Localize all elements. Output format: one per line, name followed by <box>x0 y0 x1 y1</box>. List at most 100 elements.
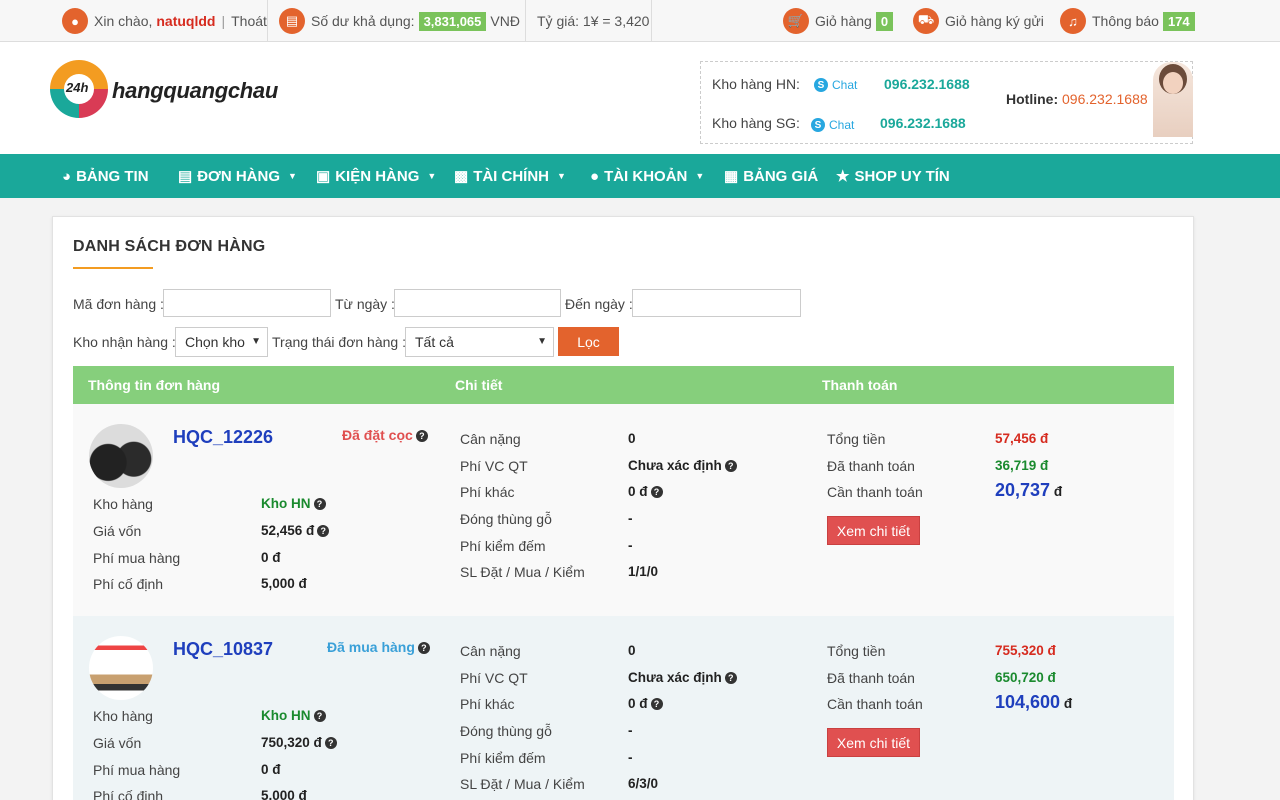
purchase-fee-label: Phí mua hàng <box>93 762 181 778</box>
help-icon[interactable]: ? <box>324 737 337 749</box>
product-thumbnail[interactable] <box>89 636 153 700</box>
view-detail-button[interactable]: Xem chi tiết <box>827 728 920 757</box>
nav-item-pricing[interactable]: ▦ BẢNG GIÁ <box>724 154 818 198</box>
file-icon: ▤ <box>178 168 193 185</box>
nav-label: KIỆN HÀNG <box>335 167 420 185</box>
product-thumbnail[interactable] <box>89 424 153 488</box>
divider: | <box>221 13 226 29</box>
caret-down-icon: ▼ <box>287 171 297 181</box>
nav-item-packages[interactable]: ▣ KIỆN HÀNG ▼ <box>316 154 436 198</box>
other-fee-label: Phí khác <box>460 484 515 500</box>
skype-icon: S <box>814 78 828 92</box>
help-icon[interactable]: ? <box>317 525 330 537</box>
to-date-input[interactable] <box>632 289 801 317</box>
chat-sg-link[interactable]: S Chat <box>811 118 854 132</box>
help-icon[interactable]: ? <box>417 642 430 654</box>
weight-label: Cân nặng <box>460 643 521 659</box>
from-date-label: Từ ngày : <box>335 296 395 312</box>
purchase-fee-label: Phí mua hàng <box>93 550 181 566</box>
notification-link[interactable]: ♫ Thông báo 174 <box>1060 0 1199 42</box>
intl-shipping-label: Phí VC QT <box>460 670 528 686</box>
intl-shipping-value-text: Chưa xác định <box>628 670 722 685</box>
intl-shipping-value: Chưa xác định? <box>628 458 737 473</box>
chat-hn-link[interactable]: S Chat <box>814 78 857 92</box>
help-icon[interactable]: ? <box>650 486 663 498</box>
help-icon[interactable]: ? <box>415 430 428 442</box>
consign-cart-label: Giỏ hàng ký gửi <box>945 13 1044 29</box>
to-date-label: Đến ngày : <box>565 296 633 312</box>
nav-item-finance[interactable]: ▩ TÀI CHÍNH ▼ <box>454 154 566 198</box>
due-label: Cần thanh toán <box>827 696 923 712</box>
balance: ▤ Số dư khả dụng: 3,831,065 VNĐ <box>279 0 520 42</box>
divider <box>651 0 652 42</box>
cost-value: 52,456 đ? <box>261 523 330 538</box>
status-select[interactable]: Tất cả ▼ <box>405 327 554 357</box>
cart-icon: 🛒 <box>783 8 809 34</box>
other-fee-value: 0 đ? <box>628 696 663 711</box>
other-fee-value-text: 0 đ <box>628 484 648 499</box>
warehouse-hn-label: Kho hàng HN: <box>712 76 800 92</box>
nav-item-account[interactable]: ● TÀI KHOẢN ▼ <box>590 154 704 198</box>
table-header: Thông tin đơn hàng Chi tiết Thanh toán <box>73 366 1174 404</box>
status-filter-label: Trạng thái đơn hàng : <box>272 334 406 350</box>
help-icon[interactable]: ? <box>313 498 326 510</box>
nav-label: SHOP UY TÍN <box>854 167 950 185</box>
warehouse-sg-label: Kho hàng SG: <box>712 115 800 131</box>
order-status: Đã mua hàng? <box>327 639 430 655</box>
money-icon: ▩ <box>454 168 469 185</box>
fixed-fee-value: 5,000 đ <box>261 788 307 800</box>
caret-down-icon: ▼ <box>557 171 566 181</box>
warehouse-value: Kho HN? <box>261 496 326 511</box>
site-logo[interactable]: 24h hangquangchau <box>50 60 290 122</box>
intl-shipping-label: Phí VC QT <box>460 458 528 474</box>
star-icon: ★ <box>836 168 850 185</box>
page-title: DANH SÁCH ĐƠN HÀNG <box>73 238 266 255</box>
help-icon[interactable]: ? <box>650 698 663 710</box>
chat-label: Chat <box>829 118 855 132</box>
help-icon[interactable]: ? <box>313 710 326 722</box>
help-icon[interactable]: ? <box>724 460 737 472</box>
logo-text: hangquangchau <box>112 78 278 103</box>
fixed-fee-value: 5,000 đ <box>261 576 307 591</box>
cost-value: 750,320 đ? <box>261 735 337 750</box>
purchase-fee-value: 0 đ <box>261 550 281 565</box>
column-header-detail: Chi tiết <box>455 377 503 393</box>
nav-item-trusted-shops[interactable]: ★ SHOP UY TÍN <box>836 154 950 198</box>
order-list-panel: DANH SÁCH ĐƠN HÀNG Mã đơn hàng : Từ ngày… <box>52 216 1194 800</box>
order-code-input[interactable] <box>163 289 331 317</box>
phone-hn: 096.232.1688 <box>884 76 970 92</box>
view-detail-button[interactable]: Xem chi tiết <box>827 516 920 545</box>
cart-link[interactable]: 🛒 Giỏ hàng 0 <box>783 0 897 42</box>
status-select-value: Tất cả <box>415 334 454 350</box>
cost-value-text: 750,320 đ <box>261 735 322 750</box>
bell-icon: ♫ <box>1060 8 1086 34</box>
order-status: Đã đặt cọc? <box>342 427 428 443</box>
nav-label: TÀI CHÍNH <box>473 167 550 185</box>
order-code-link[interactable]: HQC_10837 <box>173 639 273 660</box>
order-code-link[interactable]: HQC_12226 <box>173 427 273 448</box>
logo-badge: 24h <box>66 80 89 95</box>
from-date-input[interactable] <box>394 289 561 317</box>
logout-link[interactable]: Thoát <box>231 13 267 29</box>
skype-icon: S <box>811 118 825 132</box>
nav-item-orders[interactable]: ▤ ĐƠN HÀNG ▼ <box>178 154 297 198</box>
cost-value-text: 52,456 đ <box>261 523 315 538</box>
cost-label: Giá vốn <box>93 735 142 751</box>
nav-label: TÀI KHOẢN <box>604 167 688 185</box>
quantity-label: SL Đặt / Mua / Kiểm <box>460 776 585 792</box>
due-amount: 20,737 <box>995 480 1051 500</box>
caret-down-icon: ▼ <box>537 336 547 347</box>
quantity-value: 6/3/0 <box>628 776 659 791</box>
notification-label: Thông báo <box>1092 13 1159 29</box>
nav-item-dashboard[interactable]: ◕ BẢNG TIN <box>62 154 149 198</box>
consign-cart-link[interactable]: ⛟ Giỏ hàng ký gửi <box>913 0 1044 42</box>
filter-button[interactable]: Lọc <box>558 327 619 356</box>
username[interactable]: natuqldd <box>156 13 215 29</box>
warehouse-select[interactable]: Chọn kho ▼ <box>175 327 268 357</box>
user-greeting: ● Xin chào, natuqldd | Thoát <box>62 0 267 42</box>
help-icon[interactable]: ? <box>724 672 737 684</box>
due-unit: đ <box>1063 696 1073 711</box>
paid-value: 36,719 đ <box>995 458 1049 473</box>
warehouse-select-value: Chọn kho <box>185 334 245 350</box>
weight-value: 0 <box>628 431 636 446</box>
